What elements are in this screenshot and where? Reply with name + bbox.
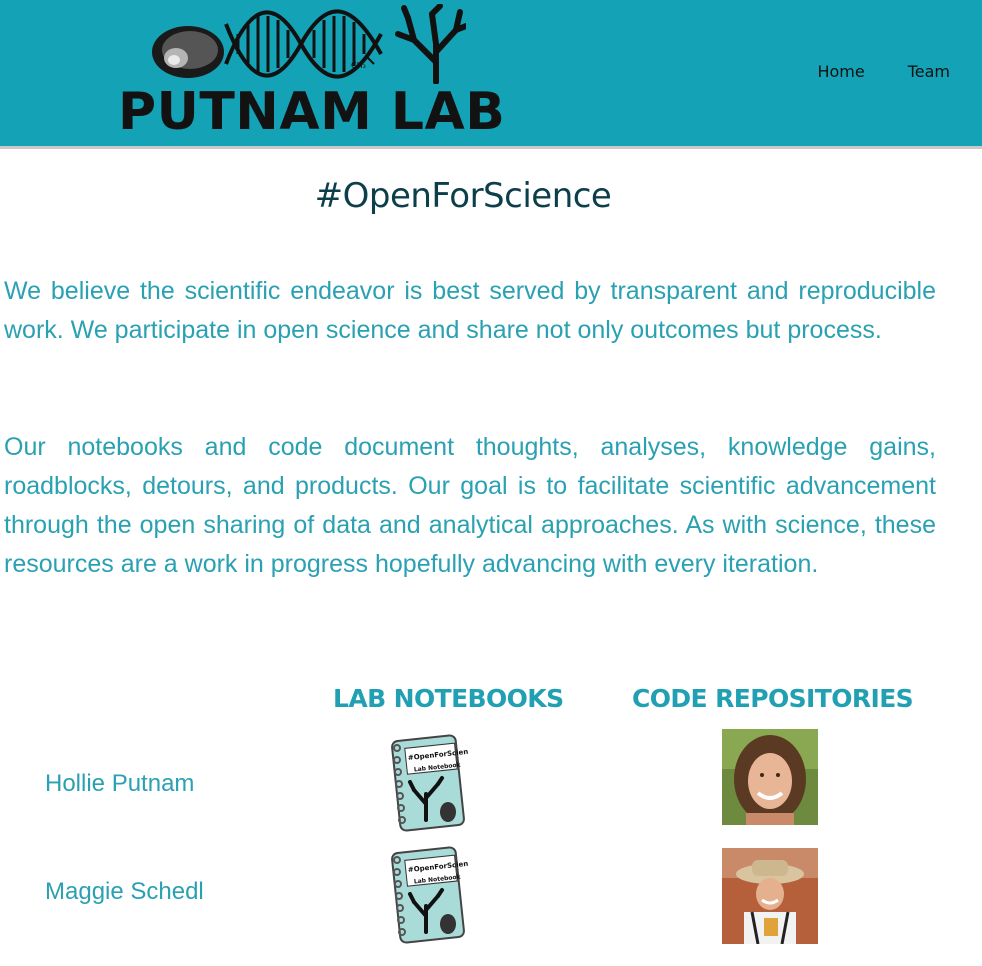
code-repositories-heading: CODE REPOSITORIES [632,684,914,713]
nav-home-link[interactable]: Home [817,62,864,81]
hollie-putnam-photo [722,729,818,825]
description-paragraph: Our notebooks and code document thoughts… [4,433,936,578]
main-nav: Home Team [817,62,950,81]
page-title: #OpenForScience [314,176,612,216]
maggie-schedl-avatar[interactable] [722,848,818,944]
person-name-maggie-schedl: Maggie Schedl [45,878,204,905]
intro-paragraph: We believe the scientific endeavor is be… [4,277,936,344]
nav-team-link[interactable]: Team [908,62,950,81]
logo-graphic-icon [152,4,466,84]
logo-text: PUTNAM LAB [118,82,506,142]
putnam-lab-logo[interactable]: PUTNAM LAB CH₃ [118,4,506,142]
site-header: PUTNAM LAB CH₃ Home Team [0,0,982,149]
lab-notebook-icon[interactable]: #OpenForScience Lab Notebook [388,734,468,832]
logo-chemical-label: CH₃ [351,61,366,70]
lab-notebook-icon[interactable]: #OpenForScience Lab Notebook [388,846,468,944]
person-name-hollie-putnam: Hollie Putnam [45,770,195,797]
hollie-putnam-avatar[interactable] [722,729,818,825]
lab-notebooks-heading: LAB NOTEBOOKS [333,684,564,713]
maggie-schedl-photo [722,848,818,944]
